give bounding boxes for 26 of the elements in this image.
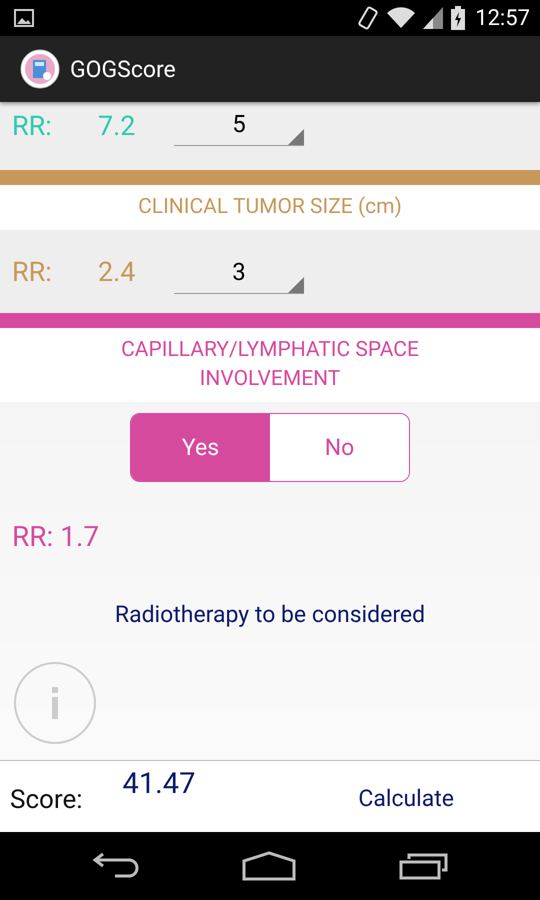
signal-icon <box>423 7 444 29</box>
result-message: Radiotherapy to be considered <box>114 601 426 628</box>
score-value: 41.47 <box>122 767 196 801</box>
vibrate-icon <box>357 5 380 31</box>
rr-label: RR: <box>12 256 53 288</box>
home-icon[interactable] <box>242 851 296 881</box>
recent-apps-icon[interactable] <box>398 852 449 880</box>
section-title: CAPILLARY/LYMPHATIC SPACE INVOLVEMENT <box>0 328 540 402</box>
clock-time: 12:57 <box>475 6 530 30</box>
score-label: Score: <box>10 785 83 815</box>
value-spinner[interactable]: 5 <box>174 110 304 146</box>
rr-label: RR: <box>12 110 53 142</box>
wifi-icon <box>387 7 416 29</box>
value-spinner[interactable]: 3 <box>174 258 304 294</box>
section-title: CLINICAL TUMOR SIZE (cm) <box>0 185 540 230</box>
battery-charging-icon <box>451 6 466 30</box>
rr-value: RR: 1.7 <box>12 520 100 553</box>
toggle-option[interactable]: No <box>270 414 409 481</box>
rr-value: 7.2 <box>98 110 136 142</box>
back-icon[interactable] <box>91 852 140 880</box>
toggle-option[interactable]: Yes <box>131 414 270 481</box>
app-title: GOGScore <box>70 56 176 82</box>
app-logo-icon[interactable] <box>20 49 60 89</box>
calculate-button[interactable]: Calculate <box>358 785 454 812</box>
picture-notification-icon <box>14 9 34 27</box>
rr-value: 2.4 <box>98 256 136 288</box>
